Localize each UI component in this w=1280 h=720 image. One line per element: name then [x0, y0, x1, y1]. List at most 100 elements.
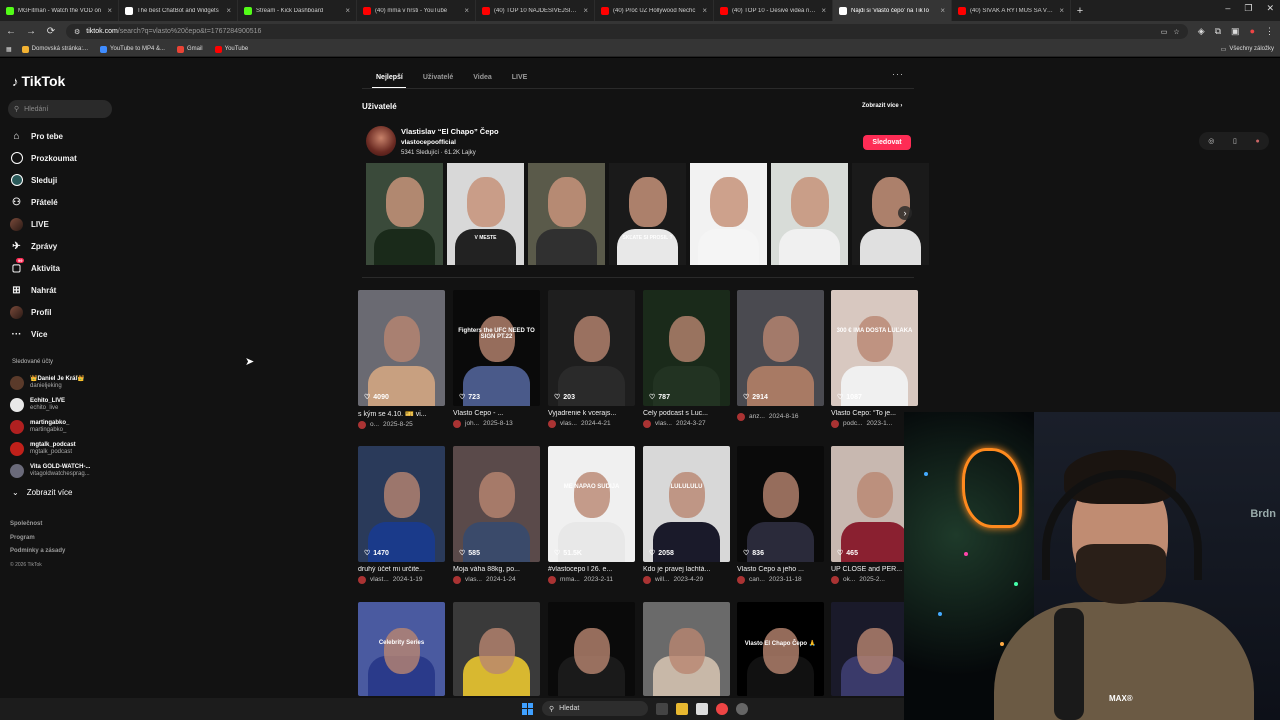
video-card[interactable]: ♡ 787 Cely podcast s Luc... vlas... 2024-3-2…	[643, 290, 730, 428]
new-tab-button[interactable]: +	[1071, 5, 1089, 17]
video-card[interactable]: ♡ 585 Moja váha 88kg, po... vlas... 2024-1-2…	[453, 446, 540, 584]
browser-tab[interactable]: Stream - Kick Dashboard ×	[238, 0, 357, 21]
back-icon[interactable]: ←	[6, 26, 16, 37]
avatar[interactable]	[737, 413, 745, 421]
video-thumbnail[interactable]: Celebrity Series	[358, 602, 445, 696]
phone-icon[interactable]: ▯	[1233, 137, 1237, 145]
video-thumbnail[interactable]: ♡ 203	[548, 290, 635, 406]
avatar[interactable]	[358, 421, 366, 429]
followed-account[interactable]: Vita GOLD-WATCH-... vitagoldwatchesprag..…	[10, 460, 140, 482]
tab-1[interactable]: Uživatelé	[413, 68, 463, 87]
video-description[interactable]: Vyjadrenie k vcerajs...	[548, 410, 635, 417]
followed-account[interactable]: mgtalk_podcast mgtalk_podcast	[10, 438, 140, 460]
reload-icon[interactable]: ⟳	[46, 26, 56, 37]
apps-grid-icon[interactable]: ▦	[6, 46, 12, 53]
sidebar-item-upload[interactable]: ⊞ Nahrát	[10, 279, 140, 301]
sidebar-item-following[interactable]: Sleduji	[10, 169, 140, 191]
video-thumbnail[interactable]: 300 € IMA DOSTA LUĽAKA ♡ 1087	[831, 290, 918, 406]
close-tab-icon[interactable]: ×	[345, 6, 350, 15]
video-author[interactable]: podc...	[843, 420, 863, 428]
store-icon[interactable]	[696, 702, 708, 715]
close-tab-icon[interactable]: ×	[464, 6, 469, 15]
close-tab-icon[interactable]: ×	[226, 6, 231, 15]
sidepanel-icon[interactable]: ▣	[1231, 26, 1240, 37]
sidebar-item-compass[interactable]: Prozkoumat	[10, 147, 140, 169]
browser-tab[interactable]: (40) TOP 10 NAJDESIVEJŠÍCH P ×	[476, 0, 595, 21]
video-description[interactable]: Kdo je pravej lachtá...	[643, 566, 730, 573]
video-card[interactable]: 300 € IMA DOSTA LUĽAKA ♡ 1087 Vlasto Čepo: …	[831, 290, 918, 428]
video-description[interactable]: Cely podcast s Luc...	[643, 410, 730, 417]
avatar[interactable]	[453, 420, 461, 428]
video-thumbnail[interactable]: ME NAPAO SUDIJA ♡ 51.5K	[548, 446, 635, 562]
bookmark-item[interactable]: YouTube	[214, 45, 248, 53]
minimize-icon[interactable]: –	[1225, 3, 1230, 14]
avatar[interactable]	[737, 576, 745, 584]
user-video-thumbnail[interactable]: SKĽATE SI PROSIL ?	[609, 163, 686, 265]
cast-icon[interactable]: ▭	[1161, 28, 1168, 36]
close-tab-icon[interactable]: ×	[583, 6, 588, 15]
bookmark-item[interactable]: Gmail	[176, 45, 203, 53]
browser-tab[interactable]: (40) Proč UŽ Hollywood Nechc ×	[595, 0, 714, 21]
tiktok-logo[interactable]: ♪ TikTok	[12, 73, 65, 89]
tab-2[interactable]: Videa	[463, 68, 502, 87]
video-thumbnail[interactable]: ♡ 585	[453, 446, 540, 562]
sidebar-item-messages[interactable]: ✈ Zprávy	[10, 235, 140, 257]
video-description[interactable]: Vlasto Čepo - ...	[453, 410, 540, 417]
extension-icon[interactable]: ◈	[1198, 26, 1205, 37]
video-thumbnail[interactable]	[453, 602, 540, 696]
tab-0[interactable]: Nejlepší	[366, 68, 413, 87]
user-result-card[interactable]: Vlastislav “El Chapo” Čepo vlastocepooff…	[366, 126, 916, 158]
video-author[interactable]: vlas...	[560, 420, 577, 428]
video-author[interactable]: mma...	[560, 576, 580, 584]
video-card[interactable]: Celebrity Series	[358, 602, 445, 696]
video-description[interactable]: #vlastocepo l 26. e...	[548, 566, 635, 573]
video-author[interactable]: vlas...	[465, 576, 482, 584]
compass-icon[interactable]: ◎	[1208, 137, 1214, 145]
browser-tab[interactable]: Nájdi si 'vlasto čepo' na TikTo ×	[833, 0, 952, 21]
close-tab-icon[interactable]: ×	[940, 6, 945, 15]
video-card[interactable]	[548, 602, 635, 696]
avatar[interactable]	[831, 420, 839, 428]
browser-tab[interactable]: (40) mma v hrsti - YouTube ×	[357, 0, 476, 21]
settings-icon[interactable]	[736, 702, 748, 715]
video-thumbnail[interactable]: ♡ 836	[737, 446, 824, 562]
video-author[interactable]: o...	[370, 421, 379, 429]
avatar[interactable]	[548, 576, 556, 584]
task-view-icon[interactable]	[656, 702, 668, 715]
chrome-icon[interactable]	[716, 702, 728, 715]
video-description[interactable]: s kým se 4.10. 🎫 vi...	[358, 410, 445, 418]
video-card[interactable]: ♡ 1470 druhý účet mi určite... vlast... 2024…	[358, 446, 445, 584]
avatar[interactable]	[358, 576, 366, 584]
close-tab-icon[interactable]: ×	[1059, 6, 1064, 15]
video-thumbnail[interactable]: ♡ 2914	[737, 290, 824, 406]
avatar[interactable]	[643, 576, 651, 584]
user-video-thumbnail[interactable]	[366, 163, 443, 265]
sidebar-item-activity[interactable]: ▢ 99 Aktivita	[10, 257, 140, 279]
avatar[interactable]	[643, 420, 651, 428]
file-explorer-icon[interactable]	[676, 702, 688, 715]
video-description[interactable]: druhý účet mi určite...	[358, 566, 445, 573]
url-field[interactable]: ⚙ tiktok.com/search?q=vlasto%20čepo&t=17…	[66, 24, 1188, 39]
more-options-icon[interactable]: ···	[892, 69, 904, 79]
avatar[interactable]	[453, 576, 461, 584]
search-input[interactable]: ⚲ Hledání	[8, 100, 112, 118]
video-author[interactable]: will...	[655, 576, 669, 584]
video-thumbnail[interactable]	[643, 602, 730, 696]
footer-link[interactable]: Program	[10, 532, 65, 546]
sidebar-item-home[interactable]: ⌂ Pro tebe	[10, 125, 140, 147]
close-window-icon[interactable]: ✕	[1266, 3, 1274, 14]
video-card[interactable]	[453, 602, 540, 696]
extensions-puzzle-icon[interactable]: ⧉	[1215, 26, 1221, 37]
video-thumbnail[interactable]: Fighters the UFC NEED TO SIGN PT.22 ♡ 723	[453, 290, 540, 406]
forward-icon[interactable]: →	[26, 26, 36, 37]
sidebar-item-friends[interactable]: ⚇ Přátelé	[10, 191, 140, 213]
video-description[interactable]: Moja váha 88kg, po...	[453, 566, 540, 573]
footer-link[interactable]: Společnost	[10, 518, 65, 532]
user-video-thumbnail[interactable]: V MESTE	[447, 163, 524, 265]
bookmark-item[interactable]: Domovská stránka:...	[21, 45, 88, 53]
user-video-thumbnail[interactable]	[690, 163, 767, 265]
see-more-users-link[interactable]: Zobrazit více ›	[862, 103, 902, 109]
sidebar-item-more[interactable]: ··· Více	[10, 323, 140, 345]
browser-tab[interactable]: MGFitman - Watch the VOD on ×	[0, 0, 119, 21]
video-card[interactable]: Vlasto El Chapo Čepo 🙏	[737, 602, 824, 696]
